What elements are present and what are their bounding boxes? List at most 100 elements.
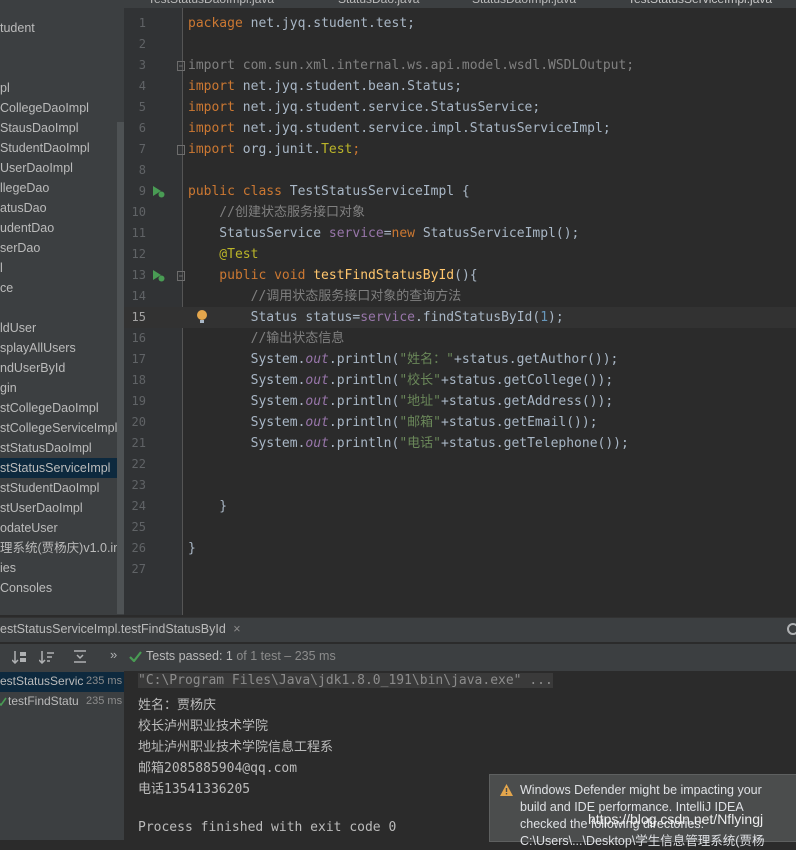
code-line-11: StatusService service=new StatusServiceI… <box>188 226 580 241</box>
tree-item[interactable]: stCollegeServiceImpl <box>0 418 124 438</box>
code-line-5: import net.jyq.student.service.StatusSer… <box>188 100 541 115</box>
run-tab-label: estStatusServiceImpl.testFindStatusById <box>0 622 226 636</box>
code-line-1: package net.jyq.student.test; <box>188 16 415 31</box>
line-number-current: 15 <box>131 310 146 324</box>
tree-item[interactable]: udentDao <box>0 218 124 238</box>
check-icon <box>0 697 7 706</box>
console-line: 姓名：贾杨庆 <box>138 698 217 713</box>
code-line-21: System.out.println("电话"+status.getTeleph… <box>188 436 629 451</box>
tree-item[interactable]: CollegeDaoImpl <box>0 98 124 118</box>
line-number: 12 <box>131 247 146 261</box>
tree-item[interactable]: llegeDao <box>0 178 124 198</box>
code-line-6: import net.jyq.student.service.impl.Stat… <box>188 121 611 136</box>
close-icon[interactable]: × <box>233 622 240 636</box>
tree-item[interactable]: Consoles <box>0 578 124 598</box>
console-line: 邮箱2085885904@qq.com <box>138 761 298 776</box>
tree-item[interactable]: pl <box>0 78 124 98</box>
tree-item[interactable]: ce <box>0 278 124 298</box>
tree-item[interactable]: ldUser <box>0 318 124 338</box>
line-number: 1 <box>138 16 146 30</box>
line-number: 2 <box>138 37 146 51</box>
code-line-12: @Test <box>188 247 259 262</box>
tree-item[interactable]: StudentDaoImpl <box>0 138 124 158</box>
line-number: 3 <box>138 58 146 72</box>
line-number: 11 <box>131 226 146 240</box>
line-number: 13 <box>131 268 146 282</box>
code-line-10: //创建状态服务接口对象 <box>188 205 365 220</box>
tree-item[interactable]: stUserDaoImpl <box>0 498 124 518</box>
code-line-24: } <box>188 499 228 514</box>
sort-duration-icon[interactable] <box>39 650 55 664</box>
code-line-19: System.out.println("地址"+status.getAddres… <box>188 394 614 409</box>
console-line: 电话13541336205 <box>138 782 251 797</box>
test-tree-item-selected[interactable]: estStatusServic 235 ms <box>0 672 124 692</box>
tab-status-dao-impl[interactable]: StatusDaoImpl.java <box>472 0 576 8</box>
line-number: 20 <box>131 415 146 429</box>
line-number: 6 <box>138 121 146 135</box>
line-number: 16 <box>131 331 146 345</box>
tree-item[interactable]: atusDao <box>0 198 124 218</box>
run-tab-title[interactable]: estStatusServiceImpl.testFindStatusById … <box>0 622 241 636</box>
code-line-20: System.out.println("邮箱"+status.getEmail(… <box>188 415 598 430</box>
line-number: 23 <box>131 478 146 492</box>
sidebar-scrollbar[interactable] <box>117 122 124 614</box>
tree-item-selected[interactable]: stStatusServiceImpl <box>0 458 124 478</box>
code-line-17: System.out.println("姓名："+status.getAutho… <box>188 352 619 367</box>
tree-item[interactable]: stStatusDaoImpl <box>0 438 124 458</box>
line-number: 7 <box>138 142 146 156</box>
tree-item[interactable]: StausDaoImpl <box>0 118 124 138</box>
run-test-method-icon[interactable] <box>151 268 165 282</box>
code-line-9: public class TestStatusServiceImpl { <box>188 184 470 199</box>
tab-test-status-dao-impl[interactable]: TestStatusDaoImpl.java <box>148 0 274 8</box>
code-line-4: import net.jyq.student.bean.Status; <box>188 79 462 94</box>
console-command-line: "C:\Program Files\Java\jdk1.8.0_191\bin\… <box>138 673 553 688</box>
tests-status: Tests passed: 1 of 1 test – 235 ms <box>146 649 336 663</box>
run-toolbar <box>0 643 796 672</box>
line-number: 24 <box>131 499 146 513</box>
tree-item[interactable]: splayAllUsers <box>0 338 124 358</box>
code-line-15: Status status=service.findStatusById(1); <box>188 310 564 325</box>
gear-icon[interactable] <box>785 622 796 636</box>
run-test-class-icon[interactable] <box>151 184 165 198</box>
sort-alpha-icon[interactable] <box>12 650 28 664</box>
tree-item[interactable]: 理系统(贾杨庆)v1.0.iml <box>0 538 126 558</box>
line-number: 22 <box>131 457 146 471</box>
line-number: 27 <box>131 562 146 576</box>
console-exit-line: Process finished with exit code 0 <box>138 820 397 835</box>
tree-item[interactable]: stCollegeDaoImpl <box>0 398 124 418</box>
fold-method-icon[interactable] <box>177 271 185 281</box>
windows-defender-notification[interactable]: Windows Defender might be impacting your… <box>489 774 796 848</box>
line-number: 10 <box>131 205 146 219</box>
tree-item[interactable]: ndUserById <box>0 358 124 378</box>
line-number: 17 <box>131 352 146 366</box>
editor-tab-bar: TestStatusDaoImpl.java StatusDao.java St… <box>0 0 796 8</box>
code-line-16: //输出状态信息 <box>188 331 345 346</box>
tree-item[interactable]: l <box>0 258 124 278</box>
tree-item[interactable]: tudent <box>0 18 124 38</box>
more-actions-icon[interactable]: » <box>110 647 117 662</box>
line-number: 19 <box>131 394 146 408</box>
code-line-13: public void testFindStatusById(){ <box>188 268 478 283</box>
line-number: 25 <box>131 520 146 534</box>
tree-item[interactable]: odateUser <box>0 518 124 538</box>
fold-end-icon[interactable] <box>177 145 185 155</box>
collapse-all-icon[interactable] <box>72 650 88 664</box>
tree-item[interactable]: ies <box>0 558 124 578</box>
tree-item[interactable]: serDao <box>0 238 124 258</box>
fold-imports-icon[interactable] <box>177 61 185 71</box>
test-class-time: 235 ms <box>86 675 123 687</box>
test-method-time: 235 ms <box>86 695 123 707</box>
tree-item[interactable]: UserDaoImpl <box>0 158 124 178</box>
warning-icon <box>500 784 513 796</box>
code-line-18: System.out.println("校长"+status.getColleg… <box>188 373 614 388</box>
line-number: 9 <box>138 184 146 198</box>
tree-item[interactable]: stStudentDaoImpl <box>0 478 124 498</box>
tab-test-status-service-impl[interactable]: TestStatusServiceImpl.java <box>628 0 772 8</box>
test-tree-item[interactable]: testFindStatu 235 ms <box>0 692 124 712</box>
tab-status-dao[interactable]: StatusDao.java <box>338 0 419 8</box>
code-line-3: import com.sun.xml.internal.ws.api.model… <box>188 58 635 73</box>
line-number: 14 <box>131 289 146 303</box>
console-line: 地址泸州职业技术学院信息工程系 <box>138 740 334 755</box>
line-number: 21 <box>131 436 146 450</box>
tree-item[interactable]: gin <box>0 378 124 398</box>
